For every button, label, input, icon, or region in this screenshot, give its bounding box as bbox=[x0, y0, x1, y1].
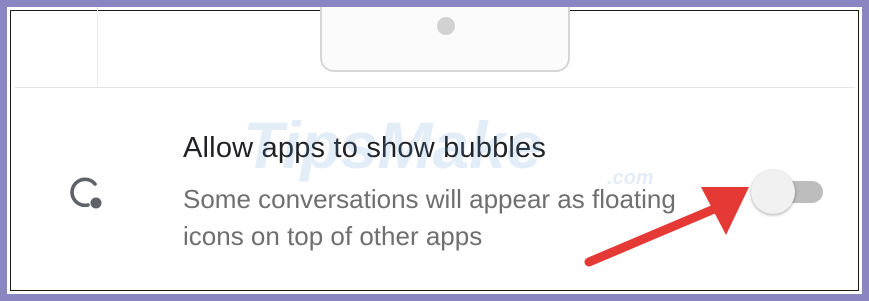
setting-summary: Some conversations will appear as floati… bbox=[183, 184, 676, 251]
toggle-switch[interactable] bbox=[751, 170, 827, 214]
phone-preview-illustration bbox=[320, 7, 570, 72]
bubble-preview-panel bbox=[97, 7, 862, 87]
toggle-thumb[interactable] bbox=[751, 170, 795, 214]
screenshot-frame: Allow apps to show bubbles Some conversa… bbox=[0, 0, 869, 301]
bubble-dot-icon bbox=[437, 17, 455, 35]
setting-row-allow-bubbles[interactable]: Allow apps to show bubbles Some conversa… bbox=[15, 88, 860, 293]
setting-title: Allow apps to show bubbles bbox=[183, 132, 547, 164]
bubble-icon bbox=[65, 172, 105, 212]
